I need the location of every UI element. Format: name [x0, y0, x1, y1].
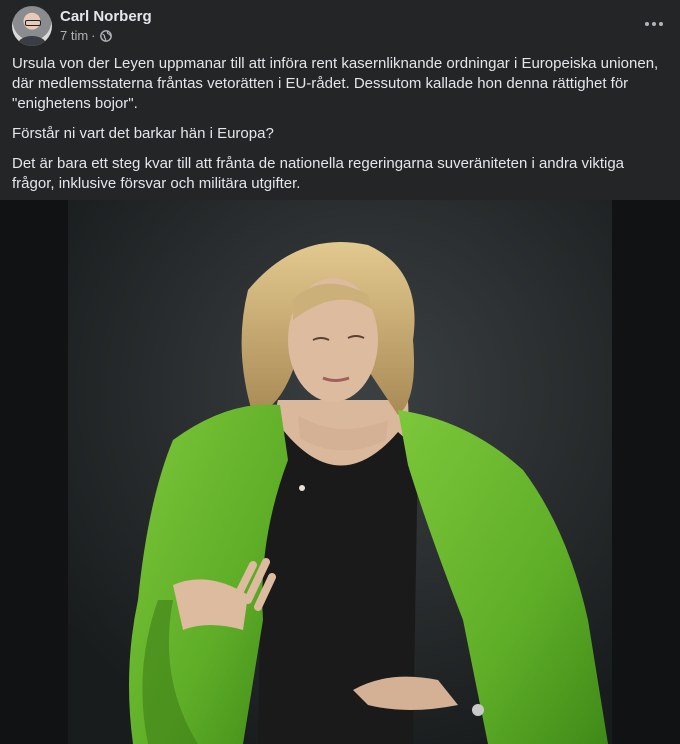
meta-separator: · — [91, 28, 96, 43]
post-meta: 7 tim · — [60, 28, 112, 43]
more-dot — [659, 22, 663, 26]
woman-portrait-illustration — [68, 200, 612, 744]
photo-frame — [68, 200, 612, 744]
post-paragraph: Ursula von der Leyen uppmanar till att i… — [12, 55, 659, 112]
author-avatar[interactable] — [12, 6, 52, 46]
author-name[interactable]: Carl Norberg — [60, 8, 152, 25]
globe-icon[interactable] — [99, 29, 112, 42]
post-header: Carl Norberg 7 tim · — [12, 6, 668, 46]
post-text: Ursula von der Leyen uppmanar till att i… — [12, 54, 662, 204]
post-timestamp[interactable]: 7 tim — [60, 28, 88, 43]
post-photo[interactable] — [0, 200, 680, 744]
avatar-shirt — [18, 36, 46, 46]
post-paragraph: Det är bara ett steg kvar till att frånt… — [12, 155, 625, 192]
avatar-glasses — [25, 20, 41, 26]
more-dot — [652, 22, 656, 26]
post-paragraph: Förstår ni vart det barkar hän i Europa? — [12, 125, 274, 142]
facebook-post: Carl Norberg 7 tim · Ursula von der Leye… — [0, 0, 680, 744]
more-dot — [645, 22, 649, 26]
more-options-icon[interactable] — [640, 10, 668, 38]
